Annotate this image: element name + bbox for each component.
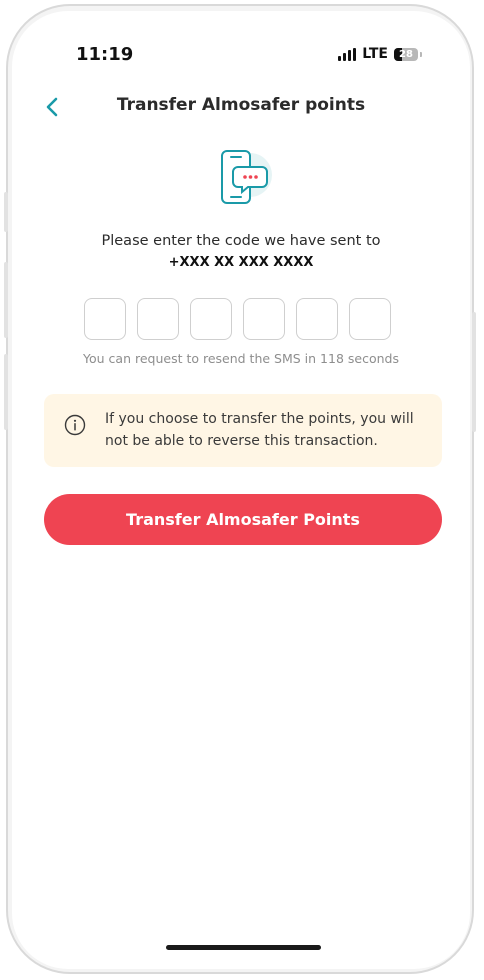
otp-digit-input[interactable] bbox=[84, 298, 126, 340]
network-type: LTE bbox=[362, 46, 388, 62]
code-prompt: Please enter the code we have sent to bbox=[101, 233, 381, 249]
otp-digit-input[interactable] bbox=[296, 298, 338, 340]
otp-digit-input[interactable] bbox=[243, 298, 285, 340]
battery-tip bbox=[420, 51, 422, 57]
warning-message: If you choose to transfer the points, yo… bbox=[105, 411, 414, 449]
resend-countdown: You can request to resend the SMS in 118… bbox=[83, 351, 399, 366]
otp-digit-input[interactable] bbox=[190, 298, 232, 340]
transfer-points-button[interactable]: Transfer Almosafer Points bbox=[44, 494, 442, 545]
status-indicators: LTE 28 bbox=[338, 46, 422, 62]
app-screen: 11:19 LTE 28 Transfer Almosafer points P… bbox=[12, 11, 470, 969]
signal-icon bbox=[338, 47, 357, 61]
phone-chat-icon bbox=[221, 150, 272, 204]
volume-down-button bbox=[4, 354, 8, 430]
info-icon bbox=[64, 414, 86, 436]
otp-digit-input[interactable] bbox=[349, 298, 391, 340]
otp-input-group bbox=[84, 298, 391, 340]
masked-phone-number: +XXX XX XXX XXXX bbox=[168, 255, 314, 270]
power-button bbox=[472, 312, 476, 432]
page-title: Transfer Almosafer points bbox=[116, 95, 366, 115]
home-indicator bbox=[166, 945, 321, 950]
volume-up-button bbox=[4, 262, 8, 338]
irreversible-warning: If you choose to transfer the points, yo… bbox=[44, 394, 442, 467]
status-time: 11:19 bbox=[76, 44, 134, 65]
mute-switch bbox=[4, 192, 8, 232]
otp-digit-input[interactable] bbox=[137, 298, 179, 340]
battery-level: 28 bbox=[399, 48, 413, 60]
battery-icon: 28 bbox=[394, 47, 418, 61]
